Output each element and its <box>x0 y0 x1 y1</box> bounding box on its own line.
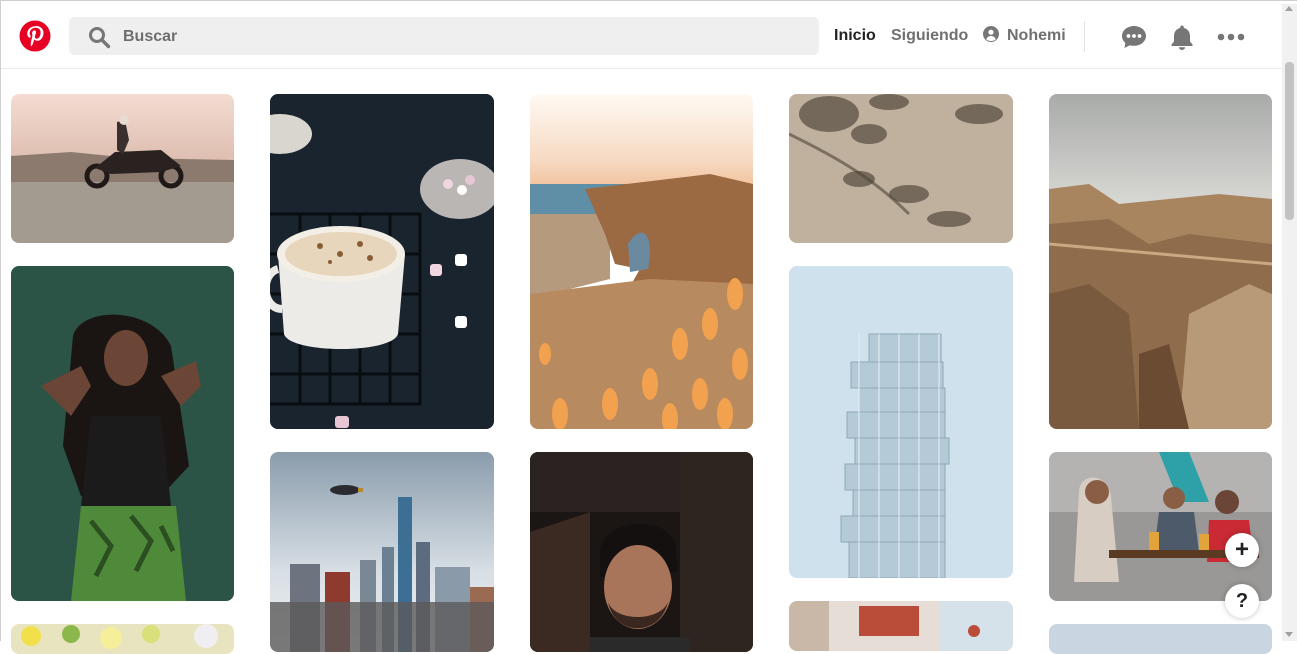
pin-city[interactable] <box>270 452 494 652</box>
coffee-image <box>270 94 494 429</box>
top-header: Inicio Siguiendo Nohemi <box>1 4 1282 69</box>
pin-beach[interactable] <box>530 94 753 429</box>
pin-interior[interactable] <box>789 601 1013 651</box>
interior-image <box>789 601 1013 651</box>
search-bar[interactable] <box>69 17 819 57</box>
page-scrollbar[interactable] <box>1282 4 1297 641</box>
more-icon[interactable] <box>1217 23 1245 51</box>
pin-woman-green[interactable] <box>11 266 234 601</box>
canyon-image <box>1049 94 1272 429</box>
pin-flowers[interactable] <box>11 624 234 654</box>
nav-following-link[interactable]: Siguiendo <box>891 4 968 68</box>
pin-man-portrait[interactable] <box>530 452 753 652</box>
nav-home-link[interactable]: Inicio <box>834 4 876 68</box>
search-icon <box>89 27 111 49</box>
scroll-up-arrow-icon[interactable] <box>1285 6 1293 11</box>
add-pin-button[interactable]: + <box>1225 533 1259 567</box>
pin-motorcycle[interactable] <box>11 94 234 243</box>
city-image <box>270 452 494 652</box>
pin-sky[interactable] <box>1049 624 1272 654</box>
scrollbar-thumb[interactable] <box>1285 62 1294 220</box>
search-input[interactable] <box>121 17 805 57</box>
help-button[interactable]: ? <box>1225 584 1259 618</box>
friends-image <box>1049 452 1272 601</box>
pin-canyon[interactable] <box>1049 94 1272 429</box>
pin-tower[interactable] <box>789 266 1013 578</box>
tower-image <box>789 266 1013 578</box>
pin-friends[interactable] <box>1049 452 1272 601</box>
flowers-image <box>11 624 234 654</box>
sky-image <box>1049 624 1272 654</box>
woman-portrait-image <box>11 266 234 601</box>
pinterest-logo-icon[interactable] <box>19 20 51 52</box>
scroll-down-arrow-icon[interactable] <box>1285 632 1293 637</box>
beach-arch-image <box>530 94 753 429</box>
pin-shadows[interactable] <box>789 94 1013 243</box>
pin-coffee[interactable] <box>270 94 494 429</box>
user-avatar-icon <box>983 26 999 42</box>
motorcycle-image <box>11 94 234 243</box>
notifications-icon[interactable] <box>1168 23 1196 51</box>
messages-icon[interactable] <box>1120 23 1148 51</box>
nav-user-link[interactable]: Nohemi <box>983 4 1066 68</box>
leaf-shadows-image <box>789 94 1013 243</box>
man-portrait-image <box>530 452 753 652</box>
window-left-border <box>0 0 1 641</box>
header-divider <box>1084 21 1085 52</box>
user-name-label: Nohemi <box>1007 27 1066 44</box>
